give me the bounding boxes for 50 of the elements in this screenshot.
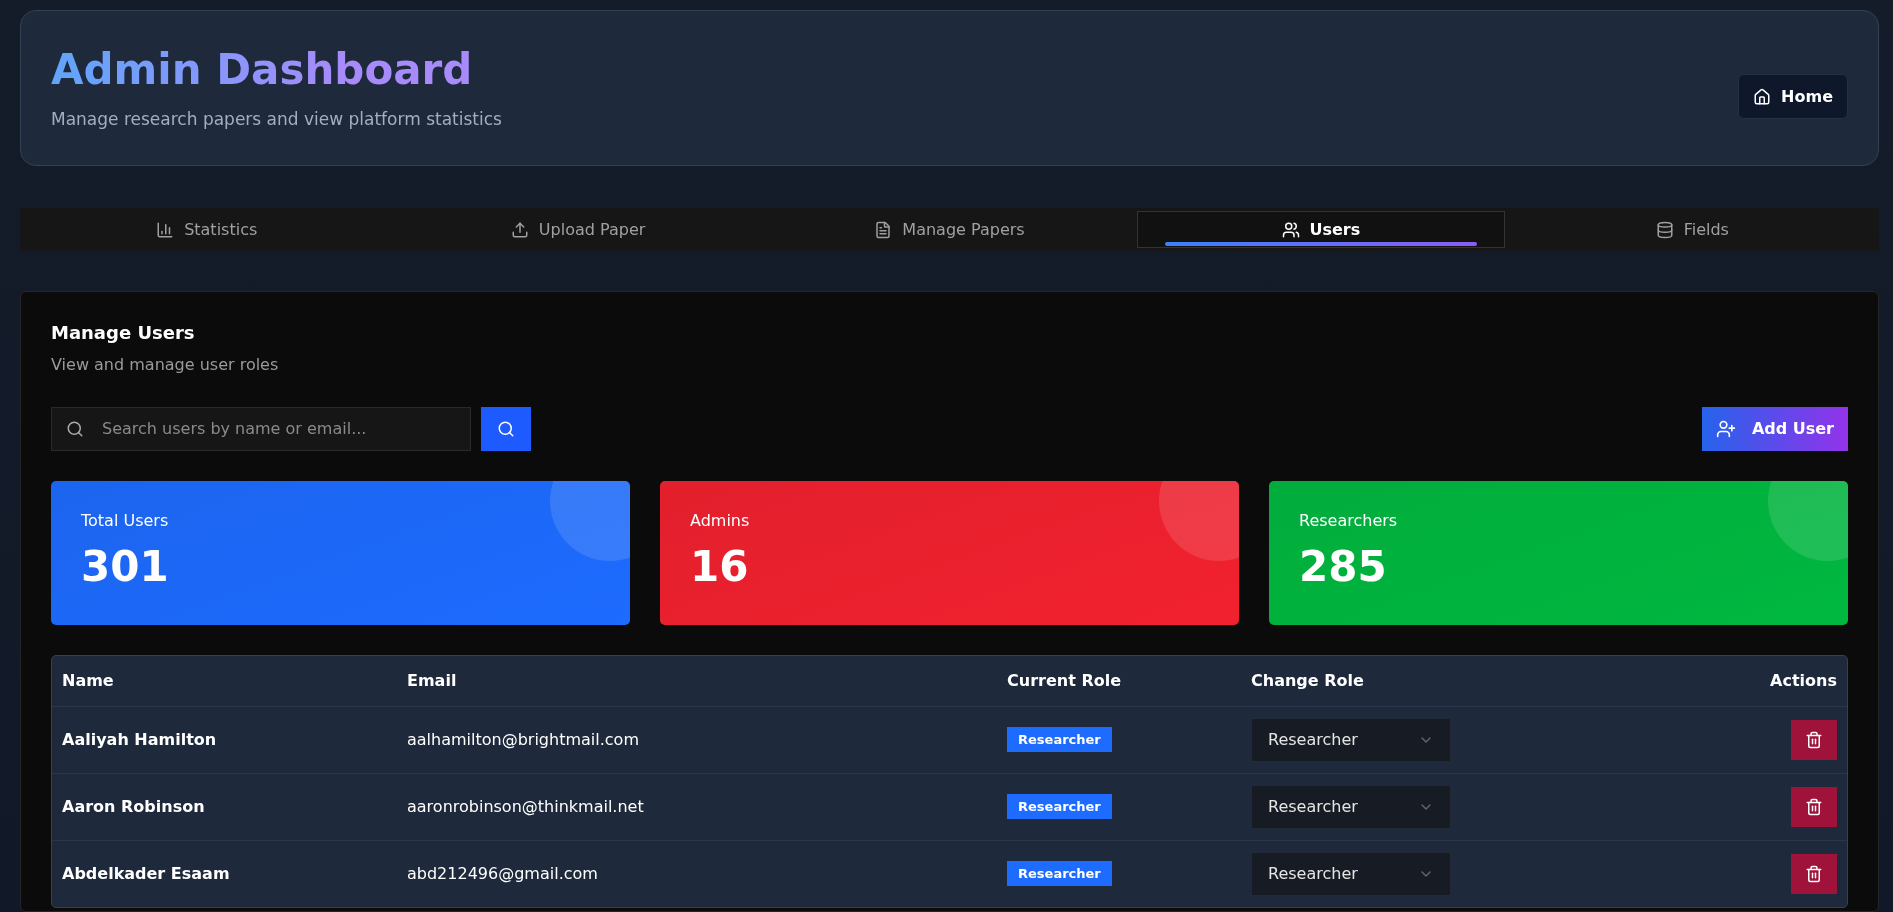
home-button[interactable]: Home bbox=[1738, 74, 1848, 119]
stat-label: Admins bbox=[690, 510, 751, 530]
trash-icon bbox=[1805, 797, 1823, 816]
role-badge: Researcher bbox=[1007, 727, 1112, 753]
role-badge: Researcher bbox=[1007, 861, 1112, 887]
stat-value: 16 bbox=[690, 541, 750, 591]
stat-label: Total Users bbox=[81, 510, 170, 530]
stat-value: 285 bbox=[1299, 541, 1388, 591]
panel-subtitle: View and manage user roles bbox=[51, 354, 280, 374]
tab[interactable]: Statistics bbox=[23, 211, 391, 248]
page-subtitle: Manage research papers and view platform statistics bbox=[51, 109, 502, 130]
user-plus-icon bbox=[1715, 418, 1736, 439]
user-name: Abdelkader Esaam bbox=[62, 864, 231, 884]
users-icon bbox=[1281, 220, 1300, 239]
search-field[interactable]: Search users by name or email... bbox=[51, 406, 471, 451]
user-email: aaronrobinson@thinkmail.net bbox=[407, 797, 645, 817]
delete-button[interactable] bbox=[1791, 719, 1837, 760]
tab[interactable]: Upload Paper bbox=[394, 211, 762, 248]
stat-value: 301 bbox=[81, 541, 170, 591]
role-select[interactable]: Researcher bbox=[1251, 784, 1451, 829]
delete-button[interactable] bbox=[1791, 853, 1837, 894]
column-header: Actions bbox=[1769, 671, 1837, 691]
column-header: Name bbox=[62, 671, 115, 691]
bar-chart-icon bbox=[156, 220, 175, 239]
role-select[interactable]: Researcher bbox=[1251, 851, 1451, 896]
trash-icon bbox=[1805, 730, 1823, 749]
tab[interactable]: Manage Papers bbox=[765, 211, 1134, 248]
upload-icon bbox=[510, 220, 529, 239]
trash-icon bbox=[1805, 864, 1823, 883]
tab[interactable]: Users bbox=[1137, 211, 1505, 248]
user-email: aalhamilton@brightmail.com bbox=[407, 730, 640, 750]
stat-label: Researchers bbox=[1299, 510, 1399, 530]
column-header: Change Role bbox=[1251, 671, 1365, 691]
search-button[interactable] bbox=[481, 406, 531, 451]
user-name: Aaron Robinson bbox=[62, 797, 206, 817]
add-user-button[interactable]: Add User bbox=[1701, 406, 1848, 451]
role-badge: Researcher bbox=[1007, 794, 1112, 820]
user-email: abd212496@gmail.com bbox=[407, 864, 599, 884]
search-icon bbox=[497, 419, 515, 438]
database-icon bbox=[1655, 220, 1674, 239]
column-header: Email bbox=[407, 671, 458, 691]
tab[interactable]: Fields bbox=[1508, 211, 1876, 248]
delete-button[interactable] bbox=[1791, 786, 1837, 827]
search-icon bbox=[66, 419, 84, 438]
document-icon bbox=[874, 220, 893, 239]
user-name: Aaliyah Hamilton bbox=[62, 730, 218, 750]
column-header: Current Role bbox=[1007, 671, 1123, 691]
role-select[interactable]: Researcher bbox=[1251, 717, 1451, 762]
panel-title: Manage Users bbox=[51, 321, 196, 343]
home-icon bbox=[1753, 87, 1772, 106]
